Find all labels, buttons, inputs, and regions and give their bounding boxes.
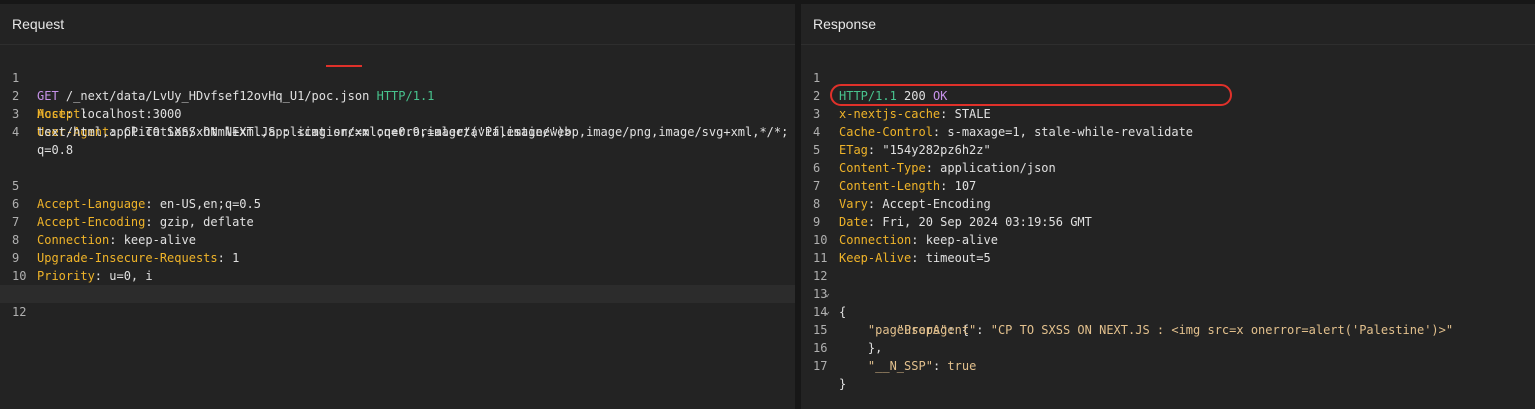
request-line-10: 10 x-now-route-matches: 1 (0, 249, 795, 301)
response-pane: Response 1 HTTP/1.1 200 OK 2 x-nextjs-ca… (801, 4, 1535, 409)
header-value: text/html,application/xhtml+xml,applicat… (37, 125, 789, 157)
response-line-12: 12 ⌄ { (801, 249, 1535, 319)
request-line-11: 11 (0, 267, 795, 301)
request-line-7: 7 Connection: keep-alive (0, 195, 795, 247)
red-circle-annotation (830, 84, 1232, 106)
response-title: Response (801, 4, 1535, 45)
json-bool-value: true (947, 359, 977, 373)
request-line-1: 1 GET /_next/data/LvUy_HDvfsef12ovHq_U1/… (0, 51, 795, 103)
line-number: 4 (12, 125, 20, 139)
header-key: Accept (37, 107, 81, 121)
request-title: Request (0, 4, 795, 45)
request-editor[interactable]: 1 GET /_next/data/LvUy_HDvfsef12ovHq_U1/… (0, 51, 795, 319)
request-line-3: 3 User-Agent: CP TO SXSS ON NEXT.JS : <i… (0, 87, 795, 139)
response-line-10: 10 Keep-Alive: timeout=5 (801, 213, 1535, 265)
request-line-9: 9 Priority: u=0, i (0, 231, 795, 283)
json-key: "__N_SSP" (867, 359, 933, 373)
request-line-8: 8 Upgrade-Insecure-Requests: 1 (0, 213, 795, 265)
request-pane: Request 1 GET /_next/data/LvUy_HDvfsef12… (0, 4, 795, 409)
red-underline-annotation (326, 65, 362, 67)
request-line-6: 6 Accept-Encoding: gzip, deflate (0, 177, 795, 229)
response-line-6: 6 Content-Length: 107 (801, 141, 1535, 193)
request-line-2: 2 Host: localhost:3000 (0, 69, 795, 121)
request-line-12-current: 12 (0, 285, 795, 319)
response-line-15: 15 }, (801, 303, 1535, 355)
request-line-4: 4 Accept: text/html,application/xhtml+xm… (0, 105, 795, 159)
response-line-4: 4 ETag: "154y282pz6h2z" (801, 105, 1535, 157)
response-line-14: 14 "userAgent": "CP TO SXSS ON NEXT.JS :… (801, 285, 1535, 337)
line-number: 12 (12, 305, 27, 319)
response-line-7: 7 Vary: Accept-Encoding (801, 159, 1535, 211)
response-line-1: 1 HTTP/1.1 200 OK (801, 51, 1535, 103)
response-line-8: 8 Date: Fri, 20 Sep 2024 03:19:56 GMT (801, 177, 1535, 229)
request-line-5: 5 Accept-Language: en-US,en;q=0.5 (0, 159, 795, 211)
response-line-5: 5 Content-Type: application/json (801, 123, 1535, 175)
response-line-17: 17 } (801, 339, 1535, 391)
json-brace: } (839, 377, 847, 391)
line-number: 17 (813, 359, 828, 373)
response-line-11: 11 (801, 231, 1535, 265)
response-line-13: 13 ⌄ "pageProps": { (801, 267, 1535, 337)
response-line-16: 16 "__N_SSP": true (801, 321, 1535, 373)
response-line-9: 9 Connection: keep-alive (801, 195, 1535, 247)
